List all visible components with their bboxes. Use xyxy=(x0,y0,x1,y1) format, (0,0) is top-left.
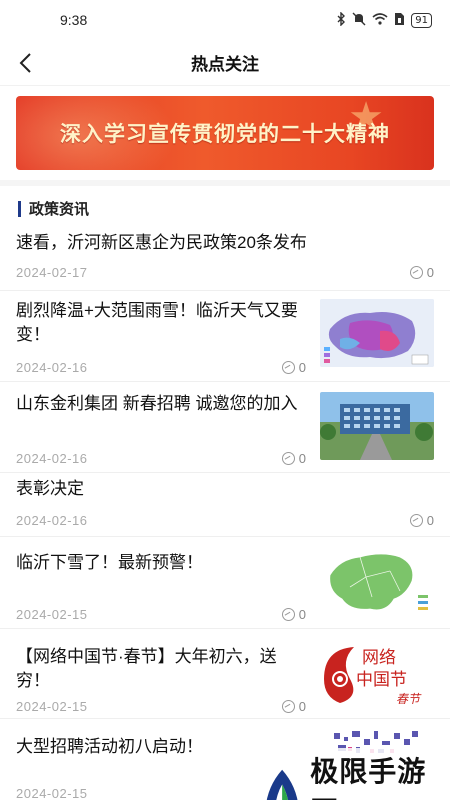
news-meta: 2024-02-17 0 xyxy=(16,265,434,280)
festival-line-2: 中国节 xyxy=(356,670,407,690)
section-title: 政策资讯 xyxy=(29,201,90,218)
banner-container: ★ 深入学习宣传贯彻党的二十大精神 xyxy=(0,86,450,180)
view-count: 0 xyxy=(281,451,306,466)
views-icon xyxy=(409,514,423,527)
section-header: 政策资讯 xyxy=(0,180,450,229)
sim-icon xyxy=(394,12,405,29)
section-accent-bar xyxy=(18,200,21,217)
news-meta: 2024-02-16 0 xyxy=(16,451,306,466)
news-date: 2024-02-17 xyxy=(16,265,88,280)
news-main: 临沂下雪了！最新预警！ 2024-02-15 0 xyxy=(16,551,306,628)
views-icon xyxy=(281,700,295,713)
watermark-logo-icon xyxy=(266,769,298,800)
view-count: 0 xyxy=(409,265,434,280)
news-main: 【网络中国节·春节】大年初六，送穷！ 2024-02-15 0 xyxy=(16,645,306,718)
news-item[interactable]: 速看，沂河新区惠企为民政策20条发布 2024-02-17 0 xyxy=(0,229,450,291)
view-count-value: 0 xyxy=(298,699,306,714)
news-thumbnail-green-map xyxy=(320,547,434,615)
nav-bar: 热点关注 xyxy=(0,40,450,86)
views-icon xyxy=(281,608,295,621)
news-item[interactable]: 【网络中国节·春节】大年初六，送穷！ 2024-02-15 0 网络 中国节 春… xyxy=(0,629,450,719)
views-icon xyxy=(281,361,295,374)
status-icons: 91 xyxy=(336,10,432,29)
status-bar: 9:38 91 xyxy=(0,0,450,40)
back-button[interactable] xyxy=(10,48,40,78)
status-time: 9:38 xyxy=(60,12,88,28)
watermark: 极限手游网 xyxy=(258,748,450,800)
view-count-value: 0 xyxy=(426,513,434,528)
news-date: 2024-02-16 xyxy=(16,513,88,528)
news-item[interactable]: 表彰决定 2024-02-16 0 xyxy=(0,473,450,537)
view-count: 0 xyxy=(409,513,434,528)
view-count: 0 xyxy=(281,360,306,375)
wifi-icon xyxy=(372,12,388,28)
page-title: 热点关注 xyxy=(191,55,259,74)
view-count: 0 xyxy=(281,607,306,622)
news-item[interactable]: 临沂下雪了！最新预警！ 2024-02-15 0 xyxy=(0,537,450,629)
news-main: 山东金利集团 新春招聘 诚邀您的加入 2024-02-16 0 xyxy=(16,392,306,472)
news-title: 山东金利集团 新春招聘 诚邀您的加入 xyxy=(16,394,298,413)
news-item[interactable]: 剧烈降温+大范围雨雪！临沂天气又要变！ 2024-02-16 0 xyxy=(0,291,450,382)
news-title: 速看，沂河新区惠企为民政策20条发布 xyxy=(16,233,307,252)
bluetooth-icon xyxy=(336,10,346,29)
news-main: 速看，沂河新区惠企为民政策20条发布 2024-02-17 0 xyxy=(16,231,434,290)
news-meta: 2024-02-16 0 xyxy=(16,513,434,528)
news-main: 剧烈降温+大范围雨雪！临沂天气又要变！ 2024-02-16 0 xyxy=(16,299,306,381)
news-date: 2024-02-15 xyxy=(16,607,88,622)
view-count: 0 xyxy=(281,699,306,714)
news-title: 临沂下雪了！最新预警！ xyxy=(16,553,203,572)
news-thumbnail-office-building xyxy=(320,392,434,460)
view-count-value: 0 xyxy=(426,265,434,280)
news-date: 2024-02-15 xyxy=(16,699,88,714)
news-meta: 2024-02-15 0 xyxy=(16,607,306,622)
battery-indicator: 91 xyxy=(411,12,432,28)
festival-line-3: 春节 xyxy=(396,692,422,706)
news-meta: 2024-02-15 0 xyxy=(16,699,306,714)
news-title: 表彰决定 xyxy=(16,479,84,498)
views-icon xyxy=(281,452,295,465)
news-item[interactable]: 山东金利集团 新春招聘 诚邀您的加入 2024-02-16 0 xyxy=(0,382,450,473)
festival-line-1: 网络 xyxy=(362,648,396,668)
mute-bell-icon xyxy=(352,12,366,29)
views-icon xyxy=(409,266,423,279)
news-title: 剧烈降温+大范围雨雪！临沂天气又要变！ xyxy=(16,301,298,344)
news-title: 【网络中国节·春节】大年初六，送穷！ xyxy=(16,647,277,690)
banner-text: 深入学习宣传贯彻党的二十大精神 xyxy=(60,123,390,146)
news-list: 速看，沂河新区惠企为民政策20条发布 2024-02-17 0 剧烈降温+大范围… xyxy=(0,229,450,800)
news-thumbnail-weather-map xyxy=(320,299,434,367)
view-count-value: 0 xyxy=(298,360,306,375)
view-count-value: 0 xyxy=(298,451,306,466)
promo-banner[interactable]: ★ 深入学习宣传贯彻党的二十大精神 xyxy=(16,96,434,170)
chevron-left-icon xyxy=(19,53,31,73)
news-date: 2024-02-16 xyxy=(16,451,88,466)
news-date: 2024-02-15 xyxy=(16,786,88,800)
news-main: 表彰决定 2024-02-16 0 xyxy=(16,477,434,536)
news-date: 2024-02-16 xyxy=(16,360,88,375)
news-thumbnail-spring-festival-logo: 网络 中国节 春节 xyxy=(320,639,434,707)
news-meta: 2024-02-16 0 xyxy=(16,360,306,375)
view-count-value: 0 xyxy=(298,607,306,622)
watermark-text: 极限手游网 xyxy=(310,755,427,800)
